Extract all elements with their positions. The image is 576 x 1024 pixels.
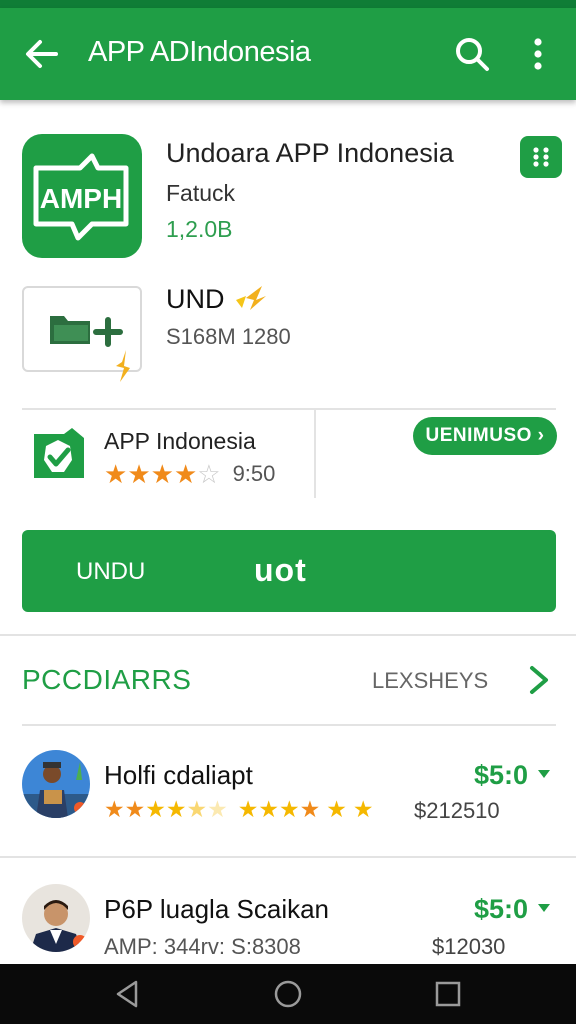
star-rating: ★ ★ ★ ★ ☆ 9:50 — [104, 460, 275, 488]
nav-recents-icon[interactable] — [432, 978, 464, 1010]
chevron-right-icon[interactable] — [526, 662, 552, 698]
section-title: PCCDIARRS — [22, 664, 192, 695]
developer-name[interactable]: Fatuck — [166, 180, 235, 207]
star-icon: ★ — [279, 796, 300, 822]
install-center-label: uot — [254, 552, 307, 588]
nav-home-icon[interactable] — [272, 978, 304, 1010]
app-name: Undoara APP Indonesia — [166, 138, 454, 168]
star-empty-icon: ☆ — [197, 459, 221, 489]
star-icon: ★ — [326, 796, 347, 822]
divider — [22, 724, 556, 726]
app-size: 1,2.0B — [166, 216, 233, 242]
review-amount: $212510 — [414, 798, 500, 823]
rating-title: APP Indonesia — [104, 428, 256, 454]
svg-text:AMPH: AMPH — [40, 183, 122, 214]
more-vert-icon[interactable] — [524, 34, 552, 74]
star-icon: ★ — [104, 459, 128, 489]
star-icon: ★ — [207, 796, 228, 822]
verified-badge-icon — [34, 428, 84, 478]
speech-bubble-logo-icon: AMPH — [33, 153, 129, 241]
sparkle-icon — [236, 286, 266, 310]
review-stars: ★ ★ ★ ★ ★ ★ ★ ★ ★ ★ ★ ★ — [104, 796, 374, 822]
page-title: APP ADIndonesia — [88, 36, 311, 68]
review-price: $5:0 — [474, 894, 529, 924]
file-thumbnail[interactable] — [22, 286, 142, 382]
nav-back-icon[interactable] — [112, 978, 144, 1010]
search-icon[interactable] — [452, 34, 492, 74]
rating-value: 9:50 — [232, 461, 276, 486]
system-nav-bar — [0, 964, 576, 1024]
star-icon: ★ — [237, 796, 259, 822]
star-icon: ★ — [299, 796, 321, 822]
grid-icon — [533, 147, 549, 167]
star-icon: ★ — [258, 796, 279, 822]
avatar-man-icon — [22, 884, 90, 952]
star-icon: ★ — [104, 796, 125, 822]
app-bar: APP ADIndonesia — [0, 8, 576, 100]
star-icon: ★ — [352, 796, 374, 822]
caret-down-icon[interactable] — [536, 768, 552, 780]
review-meta: AMP: 344rv: S:8308 — [104, 934, 301, 959]
star-icon: ★ — [127, 459, 151, 489]
avatar[interactable] — [22, 884, 90, 952]
star-icon: ★ — [186, 796, 208, 822]
divider — [0, 634, 576, 636]
review-amount: $12030 — [432, 934, 506, 959]
divider — [0, 856, 576, 858]
star-icon: ★ — [165, 796, 187, 822]
arrow-left-icon[interactable] — [22, 34, 62, 74]
app-logo: AMPH — [22, 134, 142, 258]
avatar-courier-icon — [22, 750, 90, 818]
folder-add-icon — [50, 316, 130, 382]
status-bar — [0, 0, 576, 8]
details-button[interactable]: UENIMUSO › — [413, 417, 557, 455]
avatar[interactable] — [22, 750, 90, 818]
secondary-subtitle: S168M 1280 — [166, 324, 291, 349]
grid-button[interactable] — [520, 136, 562, 178]
install-left-label: UNDU — [76, 558, 146, 585]
star-icon: ★ — [124, 796, 146, 822]
divider — [22, 408, 556, 410]
review-price: $5:0 — [474, 760, 529, 790]
caret-down-icon[interactable] — [536, 902, 552, 914]
star-icon: ★ — [150, 459, 174, 489]
review-name: Holfi cdaliapt — [104, 760, 253, 790]
star-icon: ★ — [173, 459, 198, 489]
section-link[interactable]: LEXSHEYS — [372, 668, 488, 694]
review-name: P6P luagla Scaikan — [104, 894, 330, 924]
divider — [314, 410, 316, 498]
star-icon: ★ — [145, 796, 166, 822]
install-button[interactable]: UNDU uot — [22, 530, 556, 612]
secondary-title: UND — [166, 284, 225, 314]
